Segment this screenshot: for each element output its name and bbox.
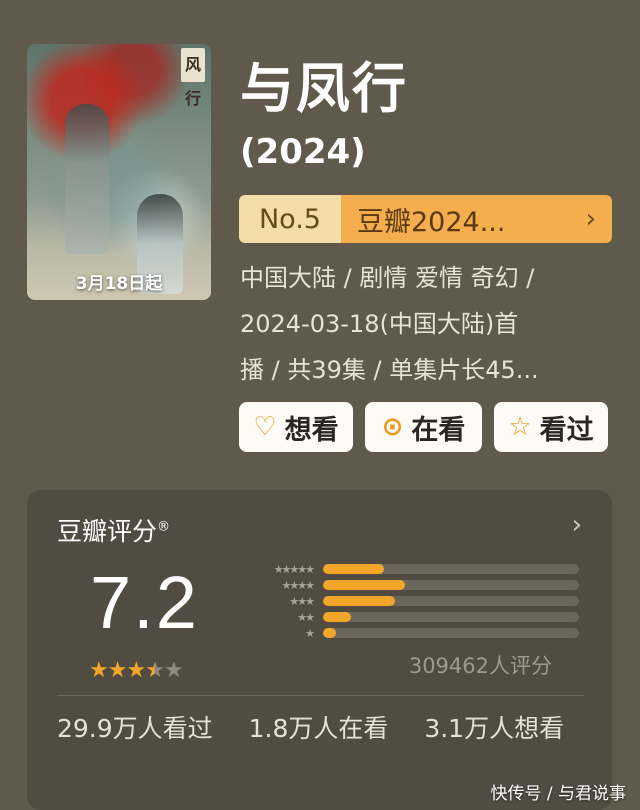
chevron-right-icon: ›	[585, 204, 596, 234]
distribution-row-1: ★	[221, 626, 579, 640]
want-to-watch-label: 想看	[284, 414, 339, 446]
distribution-row-4: ★★★★	[221, 578, 579, 592]
page-title: 与凤行	[240, 57, 408, 120]
heart-plus-icon: ♡	[253, 412, 277, 442]
audience-summary: 29.9万人看过 1.8万人在看 3.1万人想看	[57, 714, 565, 743]
star-outline-icon: ☆	[508, 412, 532, 442]
star-full-icon: ★	[107, 658, 128, 683]
rank-list-name: 豆瓣2024... ›	[341, 195, 612, 243]
rating-section-title: 豆瓣评分®	[57, 512, 170, 548]
meta-line: 中国大陆 / 剧情 爱情 奇幻 /	[240, 264, 535, 292]
distribution-row-3: ★★★	[221, 594, 579, 608]
meta-line: 播 / 共39集 / 单集片长45...	[240, 356, 539, 384]
target-icon: ⊙	[381, 412, 404, 442]
rating-stars: ★★★★★	[89, 658, 184, 683]
watched-button[interactable]: ☆ 看过	[494, 402, 608, 452]
watched-label: 看过	[539, 414, 594, 446]
distribution-bar-5	[323, 564, 385, 574]
watching-label: 在看	[411, 414, 466, 446]
rating-panel[interactable]: 豆瓣评分® › 7.2 ★★★★★ ★★★★★ ★★★★ ★★★ ★★ ★ 30…	[27, 490, 612, 810]
distribution-track	[323, 580, 579, 590]
release-year: (2024)	[240, 132, 366, 172]
registered-mark: ®	[157, 519, 171, 535]
rating-title-text: 豆瓣评分	[57, 517, 158, 546]
distribution-bar-2	[323, 612, 352, 622]
divider	[57, 695, 584, 696]
star-empty-icon: ★	[163, 658, 184, 683]
four-stars-icon: ★★★★	[281, 578, 315, 592]
distribution-track	[323, 564, 579, 574]
distribution-bar-1	[323, 628, 336, 638]
distribution-track	[323, 628, 579, 638]
one-star-icon: ★	[305, 626, 315, 640]
poster-image[interactable]: 风行 3月18日起	[27, 44, 211, 300]
five-stars-icon: ★★★★★	[273, 562, 315, 576]
action-buttons: ♡ 想看 ⊙ 在看 ☆ 看过	[239, 402, 608, 452]
two-stars-icon: ★★	[297, 610, 315, 624]
distribution-bar-4	[323, 580, 405, 590]
rating-score: 7.2	[90, 561, 199, 644]
star-half-icon: ★	[145, 658, 165, 683]
distribution-track	[323, 612, 579, 622]
watermark: 快传号 / 与君说事	[490, 784, 626, 804]
distribution-track	[323, 596, 579, 606]
star-full-icon: ★	[89, 658, 109, 683]
star-full-icon: ★	[126, 658, 146, 683]
rank-number: No.5	[239, 195, 341, 243]
poster-figure-left	[65, 104, 109, 254]
poster-stamp: 风行	[181, 48, 205, 108]
distribution-row-2: ★★	[221, 610, 579, 624]
info-meta: 中国大陆 / 剧情 爱情 奇幻 / 2024-03-18(中国大陆)首 播 / …	[240, 255, 620, 393]
want-to-watch-button[interactable]: ♡ 想看	[239, 402, 353, 452]
poster-release-badge: 3月18日起	[75, 274, 163, 294]
vote-count[interactable]: 309462人评分	[409, 650, 552, 680]
three-stars-icon: ★★★	[289, 594, 315, 608]
ranking-banner[interactable]: No.5 豆瓣2024... ›	[239, 195, 612, 243]
distribution-row-5: ★★★★★	[221, 562, 579, 576]
chevron-right-icon[interactable]: ›	[572, 510, 582, 540]
distribution-bar-3	[323, 596, 395, 606]
meta-line: 2024-03-18(中国大陆)首	[240, 310, 519, 338]
watching-button[interactable]: ⊙ 在看	[365, 402, 482, 452]
rank-list-label: 豆瓣2024...	[357, 206, 506, 238]
